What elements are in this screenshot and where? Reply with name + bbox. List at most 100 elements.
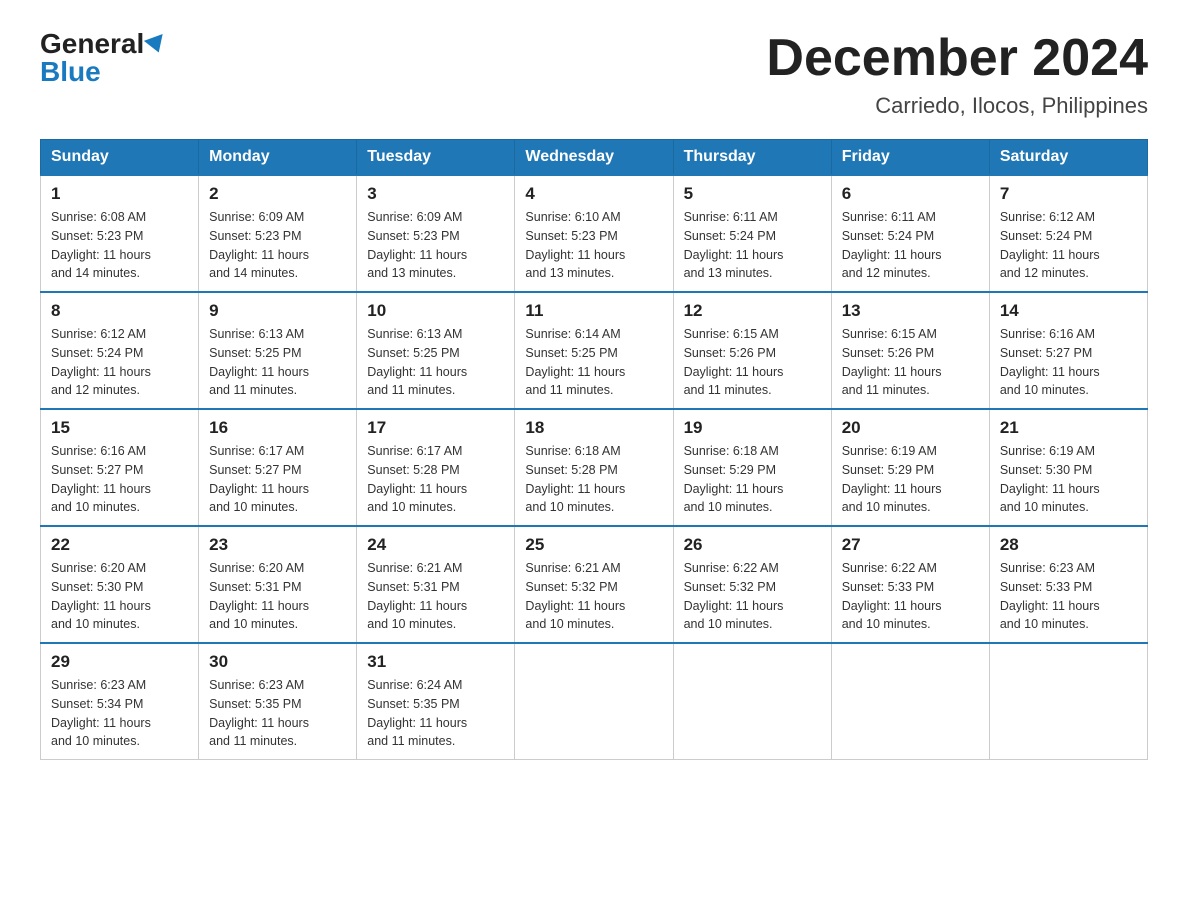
day-info: Sunrise: 6:13 AMSunset: 5:25 PMDaylight:… — [209, 325, 346, 400]
logo-general-line: General — [40, 30, 166, 58]
week-row-1: 1Sunrise: 6:08 AMSunset: 5:23 PMDaylight… — [41, 175, 1148, 292]
day-number: 18 — [525, 418, 662, 438]
day-info: Sunrise: 6:15 AMSunset: 5:26 PMDaylight:… — [684, 325, 821, 400]
day-number: 17 — [367, 418, 504, 438]
page-header: General Blue December 2024 Carriedo, Ilo… — [40, 30, 1148, 119]
logo: General Blue — [40, 30, 166, 86]
day-info: Sunrise: 6:16 AMSunset: 5:27 PMDaylight:… — [51, 442, 188, 517]
logo-blue-text: Blue — [40, 58, 101, 86]
calendar-cell: 21Sunrise: 6:19 AMSunset: 5:30 PMDayligh… — [989, 409, 1147, 526]
day-info: Sunrise: 6:21 AMSunset: 5:32 PMDaylight:… — [525, 559, 662, 634]
day-info: Sunrise: 6:08 AMSunset: 5:23 PMDaylight:… — [51, 208, 188, 283]
day-number: 13 — [842, 301, 979, 321]
calendar-cell: 4 Sunrise: 6:10 AMSunset: 5:23 PMDaylight… — [515, 175, 673, 292]
day-number: 16 — [209, 418, 346, 438]
title-block: December 2024 Carriedo, Ilocos, Philippi… — [766, 30, 1148, 119]
day-number: 4 — [525, 184, 662, 204]
day-info: Sunrise: 6:13 AMSunset: 5:25 PMDaylight:… — [367, 325, 504, 400]
day-number: 11 — [525, 301, 662, 321]
day-number: 27 — [842, 535, 979, 555]
calendar-cell: 18 Sunrise: 6:18 AMSunset: 5:28 PMDayligh… — [515, 409, 673, 526]
calendar-cell: 28Sunrise: 6:23 AMSunset: 5:33 PMDayligh… — [989, 526, 1147, 643]
day-number: 6 — [842, 184, 979, 204]
day-info: Sunrise: 6:11 AMSunset: 5:24 PMDaylight:… — [684, 208, 821, 283]
day-info: Sunrise: 6:09 AMSunset: 5:23 PMDaylight:… — [209, 208, 346, 283]
day-number: 22 — [51, 535, 188, 555]
day-number: 31 — [367, 652, 504, 672]
calendar-cell: 19 Sunrise: 6:18 AMSunset: 5:29 PMDayligh… — [673, 409, 831, 526]
calendar-cell: 16 Sunrise: 6:17 AMSunset: 5:27 PMDayligh… — [199, 409, 357, 526]
weekday-header-saturday: Saturday — [989, 140, 1147, 176]
calendar-cell: 9 Sunrise: 6:13 AMSunset: 5:25 PMDaylight… — [199, 292, 357, 409]
calendar-cell: 5 Sunrise: 6:11 AMSunset: 5:24 PMDaylight… — [673, 175, 831, 292]
day-info: Sunrise: 6:20 AMSunset: 5:30 PMDaylight:… — [51, 559, 188, 634]
weekday-header-sunday: Sunday — [41, 140, 199, 176]
calendar-cell: 27 Sunrise: 6:22 AMSunset: 5:33 PMDayligh… — [831, 526, 989, 643]
month-title: December 2024 — [766, 30, 1148, 87]
day-number: 9 — [209, 301, 346, 321]
calendar-cell: 24Sunrise: 6:21 AMSunset: 5:31 PMDayligh… — [357, 526, 515, 643]
calendar-cell — [831, 643, 989, 760]
day-info: Sunrise: 6:10 AMSunset: 5:23 PMDaylight:… — [525, 208, 662, 283]
weekday-header-row: SundayMondayTuesdayWednesdayThursdayFrid… — [41, 140, 1148, 176]
day-info: Sunrise: 6:17 AMSunset: 5:27 PMDaylight:… — [209, 442, 346, 517]
calendar-cell: 8 Sunrise: 6:12 AMSunset: 5:24 PMDaylight… — [41, 292, 199, 409]
calendar-cell — [515, 643, 673, 760]
day-info: Sunrise: 6:18 AMSunset: 5:28 PMDaylight:… — [525, 442, 662, 517]
week-row-2: 8 Sunrise: 6:12 AMSunset: 5:24 PMDaylight… — [41, 292, 1148, 409]
calendar-cell: 7Sunrise: 6:12 AMSunset: 5:24 PMDaylight… — [989, 175, 1147, 292]
day-number: 2 — [209, 184, 346, 204]
weekday-header-monday: Monday — [199, 140, 357, 176]
day-info: Sunrise: 6:20 AMSunset: 5:31 PMDaylight:… — [209, 559, 346, 634]
calendar-cell: 3 Sunrise: 6:09 AMSunset: 5:23 PMDaylight… — [357, 175, 515, 292]
day-number: 15 — [51, 418, 188, 438]
day-number: 29 — [51, 652, 188, 672]
day-number: 14 — [1000, 301, 1137, 321]
weekday-header-thursday: Thursday — [673, 140, 831, 176]
calendar-cell: 1Sunrise: 6:08 AMSunset: 5:23 PMDaylight… — [41, 175, 199, 292]
day-number: 3 — [367, 184, 504, 204]
day-info: Sunrise: 6:22 AMSunset: 5:33 PMDaylight:… — [842, 559, 979, 634]
calendar-cell: 6 Sunrise: 6:11 AMSunset: 5:24 PMDaylight… — [831, 175, 989, 292]
day-number: 19 — [684, 418, 821, 438]
day-number: 5 — [684, 184, 821, 204]
day-info: Sunrise: 6:12 AMSunset: 5:24 PMDaylight:… — [1000, 208, 1137, 283]
day-number: 26 — [684, 535, 821, 555]
day-info: Sunrise: 6:22 AMSunset: 5:32 PMDaylight:… — [684, 559, 821, 634]
logo-triangle-icon — [144, 34, 168, 56]
day-info: Sunrise: 6:19 AMSunset: 5:29 PMDaylight:… — [842, 442, 979, 517]
day-number: 28 — [1000, 535, 1137, 555]
weekday-header-wednesday: Wednesday — [515, 140, 673, 176]
weekday-header-friday: Friday — [831, 140, 989, 176]
calendar-table: SundayMondayTuesdayWednesdayThursdayFrid… — [40, 139, 1148, 760]
calendar-cell: 29 Sunrise: 6:23 AMSunset: 5:34 PMDayligh… — [41, 643, 199, 760]
calendar-cell: 30Sunrise: 6:23 AMSunset: 5:35 PMDayligh… — [199, 643, 357, 760]
calendar-cell: 17Sunrise: 6:17 AMSunset: 5:28 PMDayligh… — [357, 409, 515, 526]
weekday-header-tuesday: Tuesday — [357, 140, 515, 176]
calendar-cell: 12Sunrise: 6:15 AMSunset: 5:26 PMDayligh… — [673, 292, 831, 409]
day-info: Sunrise: 6:09 AMSunset: 5:23 PMDaylight:… — [367, 208, 504, 283]
day-info: Sunrise: 6:18 AMSunset: 5:29 PMDaylight:… — [684, 442, 821, 517]
day-info: Sunrise: 6:11 AMSunset: 5:24 PMDaylight:… — [842, 208, 979, 283]
calendar-cell: 10Sunrise: 6:13 AMSunset: 5:25 PMDayligh… — [357, 292, 515, 409]
day-info: Sunrise: 6:19 AMSunset: 5:30 PMDaylight:… — [1000, 442, 1137, 517]
location-title: Carriedo, Ilocos, Philippines — [766, 93, 1148, 119]
day-info: Sunrise: 6:14 AMSunset: 5:25 PMDaylight:… — [525, 325, 662, 400]
day-info: Sunrise: 6:15 AMSunset: 5:26 PMDaylight:… — [842, 325, 979, 400]
day-number: 8 — [51, 301, 188, 321]
calendar-cell: 22 Sunrise: 6:20 AMSunset: 5:30 PMDayligh… — [41, 526, 199, 643]
day-number: 25 — [525, 535, 662, 555]
week-row-3: 15 Sunrise: 6:16 AMSunset: 5:27 PMDayligh… — [41, 409, 1148, 526]
calendar-cell: 14 Sunrise: 6:16 AMSunset: 5:27 PMDayligh… — [989, 292, 1147, 409]
week-row-5: 29 Sunrise: 6:23 AMSunset: 5:34 PMDayligh… — [41, 643, 1148, 760]
day-info: Sunrise: 6:16 AMSunset: 5:27 PMDaylight:… — [1000, 325, 1137, 400]
calendar-cell: 13 Sunrise: 6:15 AMSunset: 5:26 PMDayligh… — [831, 292, 989, 409]
day-info: Sunrise: 6:12 AMSunset: 5:24 PMDaylight:… — [51, 325, 188, 400]
calendar-cell: 25 Sunrise: 6:21 AMSunset: 5:32 PMDayligh… — [515, 526, 673, 643]
week-row-4: 22 Sunrise: 6:20 AMSunset: 5:30 PMDayligh… — [41, 526, 1148, 643]
calendar-cell — [673, 643, 831, 760]
day-number: 24 — [367, 535, 504, 555]
calendar-cell: 23Sunrise: 6:20 AMSunset: 5:31 PMDayligh… — [199, 526, 357, 643]
day-info: Sunrise: 6:23 AMSunset: 5:34 PMDaylight:… — [51, 676, 188, 751]
day-number: 30 — [209, 652, 346, 672]
